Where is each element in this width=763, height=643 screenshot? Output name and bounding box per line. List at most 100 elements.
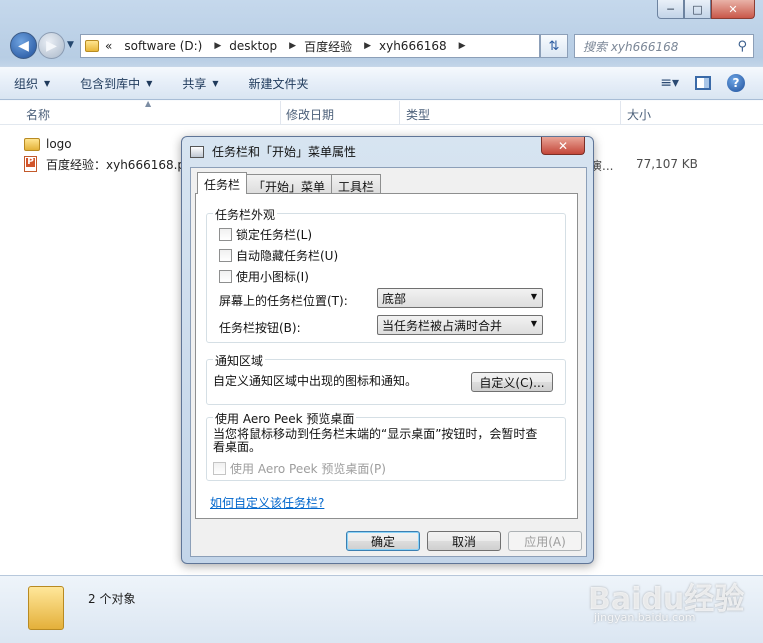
dialog-title-bar[interactable]: 任务栏和「开始」菜单属性: [190, 143, 356, 160]
back-arrow-icon: ◀: [18, 37, 29, 54]
file-name: 百度经验：xyh666168.pp: [46, 157, 193, 172]
lock-taskbar-label: 锁定任务栏(L): [236, 228, 313, 242]
chevron-right-icon[interactable]: ▶: [459, 41, 466, 51]
breadcrumb-prefix[interactable]: «: [105, 39, 112, 53]
tab-taskbar[interactable]: 任务栏: [197, 172, 248, 194]
search-placeholder: 搜索 xyh666168: [583, 39, 679, 54]
powerpoint-file-icon: [24, 156, 37, 172]
chevron-right-icon[interactable]: ▶: [214, 41, 221, 51]
checkbox-box[interactable]: [213, 462, 226, 475]
group-title-aero-peek: 使用 Aero Peek 预览桌面: [213, 410, 357, 427]
breadcrumb-item-baidu[interactable]: 百度经验: [304, 38, 352, 55]
chevron-down-icon: ▼: [212, 78, 219, 88]
breadcrumb-item-current[interactable]: xyh666168: [379, 39, 447, 53]
taskbar-icon: [190, 145, 204, 158]
refresh-icon: ⇅: [548, 38, 560, 54]
checkbox-box[interactable]: [219, 249, 232, 262]
tab-start-menu[interactable]: 「开始」菜单: [246, 174, 333, 194]
breadcrumb-item-software[interactable]: software (D:): [124, 39, 202, 53]
column-divider[interactable]: [620, 101, 621, 125]
breadcrumb-item-desktop[interactable]: desktop: [229, 39, 277, 53]
aero-peek-label: 使用 Aero Peek 预览桌面(P): [230, 462, 386, 476]
taskbar-buttons-select[interactable]: 当任务栏被占满时合并 ▼: [377, 315, 543, 335]
address-bar[interactable]: « software (D:) ▶ desktop ▶ 百度经验 ▶ xyh66…: [80, 34, 540, 58]
checkbox-box[interactable]: [219, 228, 232, 241]
small-icons-checkbox[interactable]: 使用小图标(I): [219, 268, 309, 285]
folder-icon: [24, 137, 40, 151]
navigation-bar: ◀ ▶ ▼ « software (D:) ▶ desktop ▶ 百度经验 ▶…: [0, 28, 763, 64]
recent-pages-dropdown-icon[interactable]: ▼: [67, 40, 74, 50]
cancel-button[interactable]: 取消: [427, 531, 501, 551]
autohide-label: 自动隐藏任务栏(U): [236, 249, 339, 263]
small-icons-label: 使用小图标(I): [236, 270, 309, 284]
lock-taskbar-checkbox[interactable]: 锁定任务栏(L): [219, 226, 312, 243]
list-item[interactable]: logo: [24, 134, 72, 154]
search-input[interactable]: 搜索 xyh666168 ⚲: [574, 34, 754, 58]
tab-toolbars[interactable]: 工具栏: [331, 174, 382, 194]
file-size: 77,107 KB: [636, 157, 698, 171]
chevron-down-icon: ▼: [530, 292, 537, 301]
column-divider[interactable]: [280, 101, 281, 125]
list-item[interactable]: 百度经验：xyh666168.pp: [24, 154, 193, 174]
group-title-appearance: 任务栏外观: [213, 206, 278, 223]
folder-icon: [85, 40, 99, 52]
chevron-down-icon: ▼: [146, 78, 153, 88]
command-bar: 组织 ▼ 包含到库中 ▼ 共享 ▼ 新建文件夹 ≡▾ ?: [0, 66, 763, 100]
item-count: 2 个对象: [88, 592, 136, 606]
chevron-down-icon: ▼: [44, 78, 51, 88]
column-headers: ▲ 名称 修改日期 类型 大小: [0, 99, 763, 125]
share-menu[interactable]: 共享 ▼: [182, 75, 218, 92]
autohide-checkbox[interactable]: 自动隐藏任务栏(U): [219, 247, 338, 264]
notification-description: 自定义通知区域中出现的图标和通知。: [213, 374, 418, 388]
maximize-button[interactable]: □: [684, 0, 711, 19]
close-button[interactable]: ✕: [711, 0, 755, 19]
tab-panel-taskbar: 任务栏外观 锁定任务栏(L) 自动隐藏任务栏(U) 使用小图标(I) 屏幕上的任…: [195, 193, 578, 519]
window-controls: ─ □ ✕: [657, 0, 755, 19]
forward-arrow-icon: ▶: [46, 37, 57, 54]
include-in-library-label: 包含到库中: [80, 76, 141, 91]
forward-button[interactable]: ▶: [38, 32, 65, 59]
column-header-size[interactable]: 大小: [627, 106, 651, 123]
column-divider[interactable]: [399, 101, 400, 125]
chevron-right-icon[interactable]: ▶: [364, 41, 371, 51]
back-button[interactable]: ◀: [10, 32, 37, 59]
taskbar-buttons-label: 任务栏按钮(B):: [219, 321, 301, 335]
minimize-button[interactable]: ─: [657, 0, 684, 19]
taskbar-properties-dialog: 任务栏和「开始」菜单属性 ✕ 任务栏 「开始」菜单 工具栏 任务栏外观 锁定任务…: [181, 136, 594, 564]
refresh-button[interactable]: ⇅: [540, 34, 568, 58]
taskbar-location-label: 屏幕上的任务栏位置(T):: [219, 294, 348, 308]
aero-peek-description: 当您将鼠标移动到任务栏末端的“显示桌面”按钮时，会暂时查看桌面。: [213, 427, 538, 454]
help-icon[interactable]: ?: [727, 74, 745, 92]
checkbox-box[interactable]: [219, 270, 232, 283]
dialog-title: 任务栏和「开始」菜单属性: [212, 145, 357, 159]
column-header-date[interactable]: 修改日期: [286, 106, 334, 123]
group-aero-peek: 使用 Aero Peek 预览桌面 当您将鼠标移动到任务栏末端的“显示桌面”按钮…: [206, 410, 566, 481]
new-folder-label: 新建文件夹: [248, 76, 309, 91]
apply-button[interactable]: 应用(A): [508, 531, 582, 551]
include-in-library-menu[interactable]: 包含到库中 ▼: [80, 75, 152, 92]
customize-button[interactable]: 自定义(C)...: [471, 372, 553, 392]
help-link[interactable]: 如何自定义该任务栏?: [210, 494, 324, 511]
column-header-name[interactable]: 名称: [26, 106, 50, 123]
new-folder-button[interactable]: 新建文件夹: [249, 75, 309, 92]
taskbar-location-value: 底部: [382, 291, 407, 306]
preview-pane-icon[interactable]: [695, 76, 711, 90]
view-options-icon[interactable]: ≡▾: [660, 75, 679, 91]
group-taskbar-appearance: 任务栏外观 锁定任务栏(L) 自动隐藏任务栏(U) 使用小图标(I) 屏幕上的任…: [206, 206, 566, 343]
tab-strip: 任务栏 「开始」菜单 工具栏: [197, 172, 382, 194]
file-name: logo: [46, 137, 72, 151]
ok-button[interactable]: 确定: [346, 531, 420, 551]
group-title-notification: 通知区域: [213, 352, 266, 369]
organize-label: 组织: [14, 76, 39, 91]
sort-ascending-icon: ▲: [145, 99, 152, 108]
taskbar-buttons-value: 当任务栏被占满时合并: [382, 318, 503, 333]
dialog-close-button[interactable]: ✕: [541, 137, 585, 155]
taskbar-location-select[interactable]: 底部 ▼: [377, 288, 543, 308]
organize-menu[interactable]: 组织 ▼: [14, 75, 50, 92]
folder-large-icon: [28, 586, 64, 630]
search-icon[interactable]: ⚲: [737, 39, 747, 54]
aero-peek-checkbox[interactable]: 使用 Aero Peek 预览桌面(P): [213, 460, 386, 477]
chevron-right-icon[interactable]: ▶: [289, 41, 296, 51]
column-header-type[interactable]: 类型: [406, 106, 430, 123]
group-notification-area: 通知区域 自定义通知区域中出现的图标和通知。 自定义(C)...: [206, 352, 566, 405]
